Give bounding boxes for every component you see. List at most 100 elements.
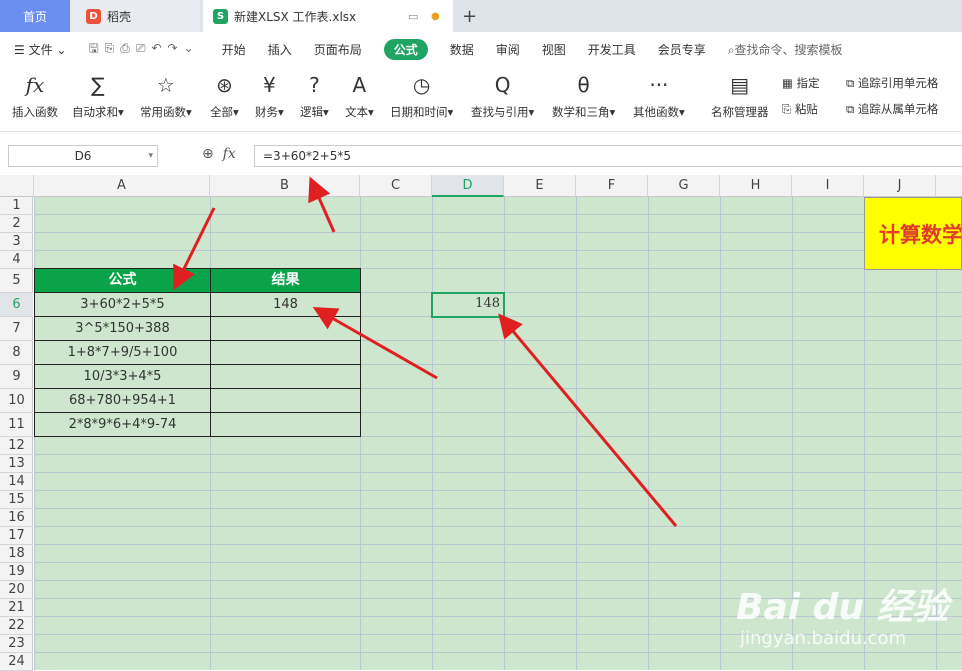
formula-input[interactable]: =3+60*2+5*5: [254, 145, 962, 167]
menu-item-insert[interactable]: 插入: [268, 41, 292, 58]
monitor-icon[interactable]: ▭: [408, 10, 418, 23]
row-header[interactable]: 19: [0, 563, 33, 581]
file-menu-label: 文件: [28, 42, 53, 57]
menu-item-developer[interactable]: 开发工具: [588, 41, 636, 58]
row-header[interactable]: 17: [0, 527, 33, 545]
hamburger-menu[interactable]: ☰ 文件 ⌄: [14, 41, 66, 58]
menu-item-view[interactable]: 视图: [542, 41, 566, 58]
row-header[interactable]: 4: [0, 251, 33, 269]
tab-daoke[interactable]: D 稻壳: [70, 0, 200, 32]
formula-cell[interactable]: 10/3*3+4*5: [34, 364, 211, 389]
tab-file[interactable]: S 新建XLSX 工作表.xlsx ▭ ●: [203, 0, 453, 32]
common-functions-button[interactable]: ☆ 常用函数▾: [140, 70, 192, 120]
lookup-reference-button[interactable]: Q 查找与引用▾: [471, 70, 534, 120]
column-header-f[interactable]: F: [576, 175, 648, 197]
row-header[interactable]: 21: [0, 599, 33, 617]
trace-precedents-label: 追踪引用单元格: [857, 76, 939, 90]
search-commands[interactable]: ⌕查找命令、搜索模板: [728, 41, 843, 58]
header-formula[interactable]: 公式: [34, 268, 211, 293]
menu-item-start[interactable]: 开始: [222, 41, 246, 58]
header-result[interactable]: 结果: [210, 268, 361, 293]
autosum-button[interactable]: ∑ 自动求和▾: [72, 70, 124, 120]
name-box[interactable]: D6 ▾: [8, 145, 158, 167]
formula-cell[interactable]: 1+8*7+9/5+100: [34, 340, 211, 365]
row-header[interactable]: 18: [0, 545, 33, 563]
row-header[interactable]: 8: [0, 341, 33, 365]
menu-item-formula[interactable]: 公式: [383, 38, 428, 60]
question-icon: ?: [309, 73, 320, 97]
logical-button[interactable]: ? 逻辑▾: [300, 70, 329, 120]
row-header[interactable]: 13: [0, 455, 33, 473]
row-header[interactable]: 12: [0, 437, 33, 455]
menu-item-member[interactable]: 会员专享: [658, 41, 706, 58]
result-cell[interactable]: [210, 316, 361, 341]
trace-precedents-icon: ⧉: [846, 76, 858, 90]
quick-access-icons[interactable]: 🖫⎘⎙⎚↶↷⌄: [88, 39, 199, 60]
date-time-button[interactable]: ◷ 日期和时间▾: [390, 70, 453, 120]
column-header-g[interactable]: G: [648, 175, 720, 197]
lookup-icon: Q: [494, 73, 511, 97]
row-header[interactable]: 6: [0, 293, 33, 317]
row-header[interactable]: 20: [0, 581, 33, 599]
result-cell[interactable]: [210, 388, 361, 413]
menu-item-data[interactable]: 数据: [450, 41, 474, 58]
result-cell[interactable]: [210, 412, 361, 437]
column-header-a[interactable]: A: [34, 175, 210, 197]
date-time-label: 日期和时间▾: [390, 105, 454, 119]
insert-function-button[interactable]: fx 插入函数: [12, 70, 58, 120]
star-icon: ☆: [156, 73, 175, 97]
column-header-e[interactable]: E: [504, 175, 576, 197]
tab-home[interactable]: 首页: [0, 0, 70, 32]
column-header-h[interactable]: H: [720, 175, 792, 197]
row-header[interactable]: 23: [0, 635, 33, 653]
math-trig-button[interactable]: θ 数学和三角▾: [552, 70, 615, 120]
row-header[interactable]: 7: [0, 317, 33, 341]
row-header[interactable]: 5: [0, 269, 33, 293]
menu-item-page-layout[interactable]: 页面布局: [314, 41, 362, 58]
result-cell[interactable]: 148: [210, 292, 361, 317]
yen-icon: ¥: [263, 73, 276, 97]
assign-button[interactable]: ▦ 指定: [782, 75, 820, 91]
all-functions-button[interactable]: ⊛ 全部▾: [210, 70, 239, 120]
new-tab-button[interactable]: +: [462, 0, 477, 32]
column-header-b[interactable]: B: [210, 175, 360, 197]
result-cell[interactable]: [210, 340, 361, 365]
cell-d6[interactable]: 148: [431, 292, 505, 318]
other-functions-button[interactable]: ··· 其他函数▾: [633, 70, 685, 120]
text-button[interactable]: A 文本▾: [345, 70, 374, 120]
row-header[interactable]: 24: [0, 653, 33, 671]
lookup-reference-label: 查找与引用▾: [471, 105, 535, 119]
column-header-i[interactable]: I: [792, 175, 864, 197]
spreadsheet-logo-icon: S: [213, 8, 228, 24]
row-header[interactable]: 10: [0, 389, 33, 413]
formula-cell[interactable]: 2*8*9*6+4*9-74: [34, 412, 211, 437]
column-header-j[interactable]: J: [864, 175, 936, 197]
column-header-d[interactable]: D: [432, 175, 504, 197]
row-header[interactable]: 1: [0, 197, 33, 215]
row-header[interactable]: 2: [0, 215, 33, 233]
formula-cell[interactable]: 68+780+954+1: [34, 388, 211, 413]
select-all-corner[interactable]: [0, 175, 34, 197]
result-cell[interactable]: [210, 364, 361, 389]
column-header-c[interactable]: C: [360, 175, 432, 197]
tab-home-label: 首页: [22, 9, 47, 24]
menu-item-review[interactable]: 审阅: [496, 41, 520, 58]
paste-button[interactable]: ⎘ 粘贴: [782, 101, 818, 117]
formula-cell[interactable]: 3^5*150+388: [34, 316, 211, 341]
row-header[interactable]: 9: [0, 365, 33, 389]
chevron-down-icon[interactable]: ▾: [148, 146, 153, 166]
name-manager-button[interactable]: ▤ 名称管理器: [711, 70, 769, 120]
row-header[interactable]: 15: [0, 491, 33, 509]
zoom-icon[interactable]: ⊕: [202, 146, 214, 162]
row-header[interactable]: 14: [0, 473, 33, 491]
fx-button[interactable]: fx: [223, 146, 236, 162]
formula-cell[interactable]: 3+60*2+5*5: [34, 292, 211, 317]
row-header[interactable]: 22: [0, 617, 33, 635]
row-header[interactable]: 16: [0, 509, 33, 527]
row-header[interactable]: 3: [0, 233, 33, 251]
row-header[interactable]: 11: [0, 413, 33, 437]
financial-button[interactable]: ¥ 财务▾: [255, 70, 284, 120]
trace-dependents-button[interactable]: ⧉ 追踪从属单元格: [846, 101, 938, 117]
trace-precedents-button[interactable]: ⧉ 追踪引用单元格: [846, 75, 938, 91]
search-placeholder: 查找命令、搜索模板: [734, 42, 843, 57]
